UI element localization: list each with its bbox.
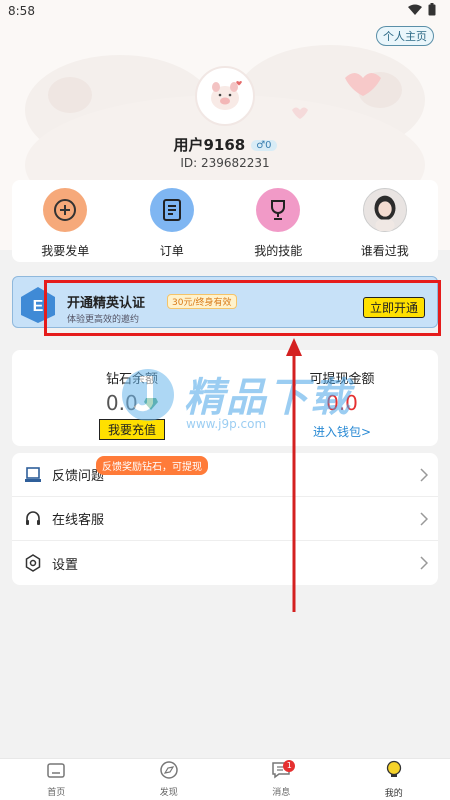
list-item-settings[interactable]: 设置 xyxy=(12,541,438,585)
visitors-button[interactable]: 谁看过我 xyxy=(340,188,430,259)
cash-balance-value: 0.0 xyxy=(326,391,358,415)
user-id: ID: 239682231 xyxy=(180,156,270,170)
gear-icon xyxy=(24,554,42,572)
personal-homepage-button[interactable]: 个人主页 xyxy=(376,26,434,46)
diamond-balance-section: 钻石余额 0.0 我要充值 xyxy=(52,368,212,440)
tab-home[interactable]: 首页 xyxy=(26,759,86,800)
open-now-button[interactable]: 立即开通 xyxy=(362,297,425,318)
feedback-icon xyxy=(24,466,42,484)
chevron-right-icon xyxy=(420,511,429,530)
elite-price-badge: 30元/终身有效 xyxy=(167,294,237,309)
elite-subtitle: 体验更高效的邀约 xyxy=(67,315,140,325)
svg-text:E: E xyxy=(33,298,44,315)
enter-wallet-link[interactable]: 进入钱包> xyxy=(262,423,422,440)
settings-list: 反馈问题 在线客服 设置 xyxy=(12,453,438,585)
my-skills-button[interactable]: 我的技能 xyxy=(233,188,323,259)
elite-title: 开通精英认证 xyxy=(67,296,146,311)
diamond-balance-label: 钻石余额 xyxy=(105,372,158,387)
plus-circle-icon xyxy=(43,188,88,232)
diamond-balance-value: 0.0 xyxy=(52,391,212,415)
feedback-reward-tooltip: 反馈奖励钻石，可提现 xyxy=(96,456,208,475)
discover-icon xyxy=(159,761,179,783)
online-support-label: 在线客服 xyxy=(52,513,105,528)
diamond-icon xyxy=(144,398,159,410)
cash-balance-label: 可提现金额 xyxy=(309,372,375,387)
tab-messages-label: 消息 xyxy=(272,788,291,798)
elite-shield-icon: E xyxy=(21,287,55,323)
visitor-avatar-icon xyxy=(362,188,407,232)
list-item-online-support[interactable]: 在线客服 xyxy=(12,497,438,541)
username-text: 用户9168 xyxy=(173,136,246,154)
post-order-label: 我要发单 xyxy=(41,244,90,258)
chevron-right-icon xyxy=(420,467,429,486)
my-skills-label: 我的技能 xyxy=(254,244,303,258)
gender-badge: ♂0 xyxy=(251,140,277,151)
home-icon xyxy=(46,761,66,783)
orders-label: 订单 xyxy=(159,244,184,258)
orders-button[interactable]: 订单 xyxy=(127,188,217,259)
tab-me[interactable]: 我的 xyxy=(364,759,424,800)
message-count-badge: 1 xyxy=(283,760,296,772)
trophy-icon xyxy=(256,188,301,232)
bulb-icon xyxy=(384,760,404,784)
diamond-balance-number: 0.0 xyxy=(105,391,138,415)
elite-certification-banner[interactable]: E 开通精英认证 30元/终身有效 体验更高效的邀约 立即开通 xyxy=(12,276,438,328)
username: 用户9168 ♂0 xyxy=(0,134,450,155)
tab-me-label: 我的 xyxy=(384,789,403,799)
quick-menu: 我要发单 订单 我的技能 谁看过我 xyxy=(12,180,438,262)
cash-balance-section: 可提现金额 0.0 进入钱包> xyxy=(262,368,422,440)
bottom-tab-bar: 首页 发现 1 消息 我的 xyxy=(0,758,450,800)
pig-avatar-icon xyxy=(211,81,242,110)
status-bar: 8:58 xyxy=(0,0,450,22)
recharge-button[interactable]: 我要充值 xyxy=(98,419,165,440)
tab-home-label: 首页 xyxy=(47,788,66,798)
tab-discover-label: 发现 xyxy=(159,788,178,798)
tab-discover[interactable]: 发现 xyxy=(139,759,199,800)
document-icon xyxy=(149,188,194,232)
visitors-label: 谁看过我 xyxy=(360,244,409,258)
list-item-feedback[interactable]: 反馈问题 xyxy=(12,453,438,497)
post-order-button[interactable]: 我要发单 xyxy=(20,188,110,259)
avatar[interactable] xyxy=(195,66,255,126)
headset-icon xyxy=(24,510,42,528)
status-time: 8:58 xyxy=(8,4,35,18)
tab-messages[interactable]: 1 消息 xyxy=(251,759,311,800)
wifi-icon xyxy=(408,4,422,19)
chevron-right-icon xyxy=(420,555,429,574)
settings-label: 设置 xyxy=(52,557,79,573)
battery-icon xyxy=(428,3,436,19)
wallet-card: 钻石余额 0.0 我要充值 可提现金额 0.0 进入钱包> xyxy=(12,350,438,446)
